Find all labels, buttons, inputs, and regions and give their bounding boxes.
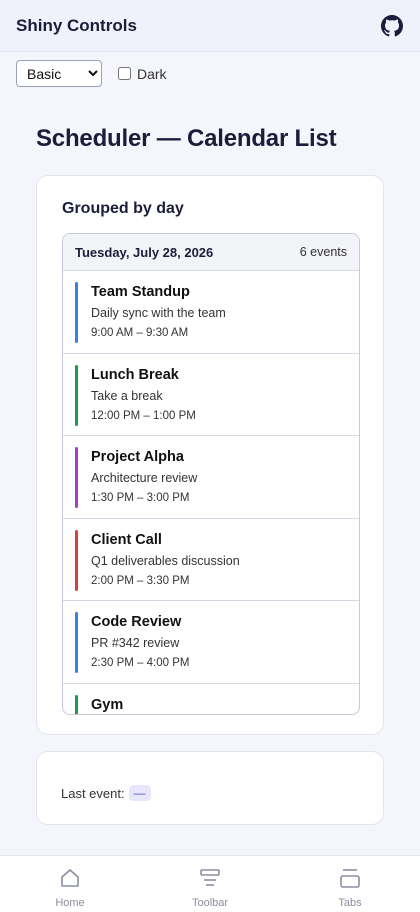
event-color-bar	[75, 364, 78, 426]
top-app-bar: Shiny Controls	[0, 0, 420, 52]
theme-select-wrap: Basic	[16, 60, 102, 87]
event-color-bar	[75, 612, 78, 673]
event-title: Gym	[91, 696, 124, 713]
event-color-bar	[75, 529, 78, 591]
event-time: 12:00 PM – 1:00 PM	[91, 409, 196, 422]
event-list[interactable]: Team Standup Daily sync with the team 9:00…	[63, 271, 359, 714]
day-group-header: Tuesday, July 28, 2026 6 events	[63, 234, 359, 271]
nav-label-home: Home	[55, 897, 85, 909]
controls-row: Basic Dark	[16, 60, 167, 87]
event-item[interactable]: Lunch Break Take a break 12:00 PM – 1:00 P…	[63, 354, 359, 436]
event-time: 9:00 AM – 9:30 AM	[91, 327, 189, 339]
bottom-navigation: Home Toolbar Tabs	[0, 855, 420, 912]
nav-label-toolbar: Toolbar	[191, 897, 229, 909]
event-item[interactable]: Team Standup Daily sync with the team 9:00…	[63, 271, 359, 354]
dark-mode-label: Dark	[137, 65, 167, 82]
toolbar-icon	[199, 867, 221, 889]
status-card: Last event: —	[36, 751, 384, 825]
dark-mode-toggle[interactable]: Dark	[118, 66, 167, 82]
card-title: Grouped by day	[62, 200, 184, 217]
event-time: 1:30 PM – 3:00 PM	[91, 492, 190, 504]
last-event-row: Last event: —	[61, 785, 151, 801]
theme-select[interactable]: Basic	[16, 60, 102, 87]
event-description: Architecture review	[91, 471, 198, 485]
home-icon	[59, 867, 81, 889]
event-description: Daily sync with the team	[91, 306, 226, 320]
event-time: 2:30 PM – 4:00 PM	[91, 657, 190, 669]
event-title: Code Review	[91, 614, 182, 630]
event-title: Lunch Break	[91, 366, 179, 383]
nav-item-toolbar[interactable]: Toolbar	[140, 856, 280, 909]
last-event-value: —	[128, 785, 151, 801]
event-color-bar	[75, 694, 78, 714]
nav-item-tabs[interactable]: Tabs	[280, 856, 420, 909]
event-item[interactable]: Client Call Q1 deliverables discussion 2:0…	[63, 519, 359, 601]
calendar-list: Tuesday, July 28, 2026 6 events Team Sta…	[62, 233, 360, 715]
event-color-bar	[75, 447, 78, 508]
event-count: 6 events	[299, 245, 347, 259]
event-item[interactable]: Gym	[63, 684, 359, 714]
page-title: Scheduler — Calendar List	[36, 125, 337, 152]
nav-item-home[interactable]: Home	[0, 856, 140, 909]
event-title: Client Call	[91, 531, 162, 548]
scheduler-card: Grouped by day Tuesday, July 28, 2026 6 …	[36, 175, 384, 735]
event-time: 2:00 PM – 3:30 PM	[91, 574, 190, 587]
tabs-icon	[339, 867, 361, 889]
github-icon[interactable]	[380, 14, 404, 38]
event-description: Q1 deliverables discussion	[91, 553, 240, 568]
nav-label-tabs: Tabs	[338, 897, 362, 909]
event-title: Team Standup	[91, 284, 190, 300]
event-color-bar	[75, 282, 78, 343]
day-label: Tuesday, July 28, 2026	[75, 244, 214, 260]
event-item[interactable]: Project Alpha Architecture review 1:30 PM …	[63, 436, 359, 519]
last-event-label: Last event:	[61, 785, 125, 801]
event-item[interactable]: Code Review PR #342 review 2:30 PM – 4:00 …	[63, 601, 359, 684]
event-title: Project Alpha	[91, 449, 184, 465]
event-description: Take a break	[91, 388, 163, 403]
event-description: PR #342 review	[91, 636, 180, 650]
dark-mode-checkbox[interactable]	[118, 67, 131, 80]
app-title: Shiny Controls	[16, 15, 137, 35]
